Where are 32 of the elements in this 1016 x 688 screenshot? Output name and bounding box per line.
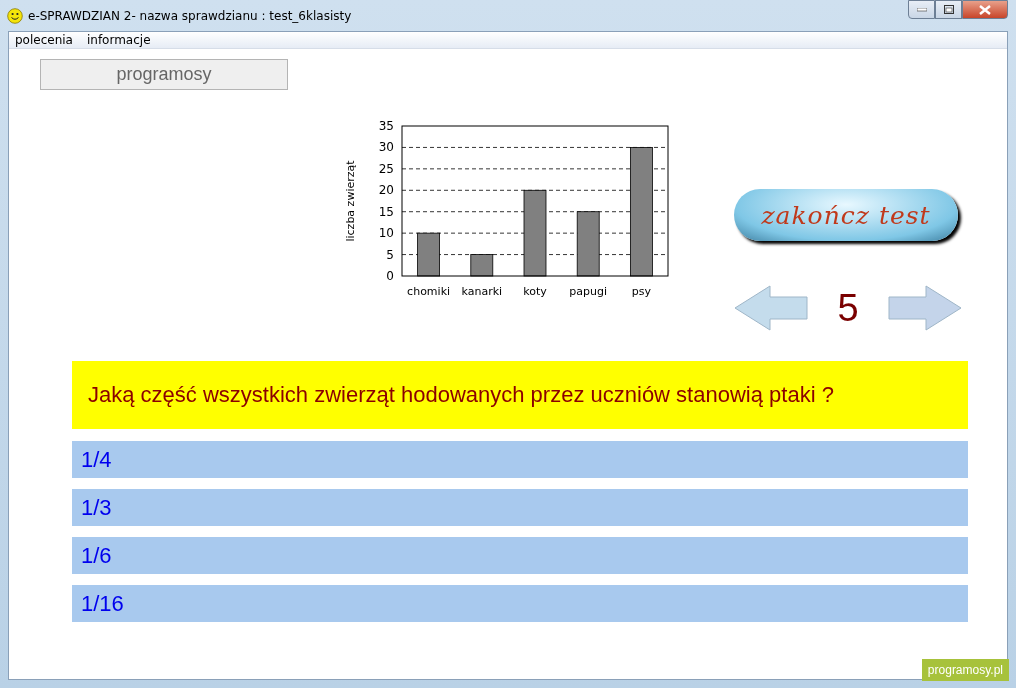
tick-label: 5 xyxy=(386,247,394,262)
maximize-icon xyxy=(943,5,954,14)
category-label: psy xyxy=(631,285,651,298)
menu-item[interactable]: informacje xyxy=(86,33,151,47)
finish-test-button[interactable]: zakończ test xyxy=(734,189,958,241)
menu-item[interactable]: polecenia xyxy=(15,33,73,47)
tick-label: 10 xyxy=(378,226,394,241)
tick-label: 35 xyxy=(378,119,394,133)
axis-title: liczba zwierząt xyxy=(344,160,357,242)
logo-button[interactable]: programosy xyxy=(40,59,288,90)
tick-label: 25 xyxy=(378,161,394,176)
question-text: Jaką część wszystkich zwierząt hodowanych przez uczniów stanowią ptaki ? xyxy=(72,361,968,429)
category-label: kanarki xyxy=(461,285,503,298)
smiley-icon xyxy=(7,7,23,24)
tick-label: 15 xyxy=(378,204,394,219)
maximize-button[interactable] xyxy=(935,0,962,19)
tick-label: 30 xyxy=(378,140,394,155)
close-icon xyxy=(979,4,991,15)
category-label: koty xyxy=(523,285,547,298)
answer-option[interactable]: 1/4 xyxy=(72,441,968,478)
tick-label: 0 xyxy=(386,269,394,283)
answer-option[interactable]: 1/3 xyxy=(72,489,968,526)
forward-arrow-icon[interactable] xyxy=(888,285,962,331)
close-button[interactable] xyxy=(962,0,1008,19)
tick-label: 20 xyxy=(378,183,394,198)
category-label: papugi xyxy=(569,285,608,298)
window-title: e-SPRAWDZIAN 2- nazwa sprawdzianu : test_6klasisty xyxy=(28,8,352,23)
minimize-icon xyxy=(916,7,927,12)
category-label: chomiki xyxy=(407,285,451,298)
question-number: 5 xyxy=(836,286,860,330)
answer-option[interactable]: 1/16 xyxy=(72,585,968,622)
answer-option[interactable]: 1/6 xyxy=(72,537,968,574)
